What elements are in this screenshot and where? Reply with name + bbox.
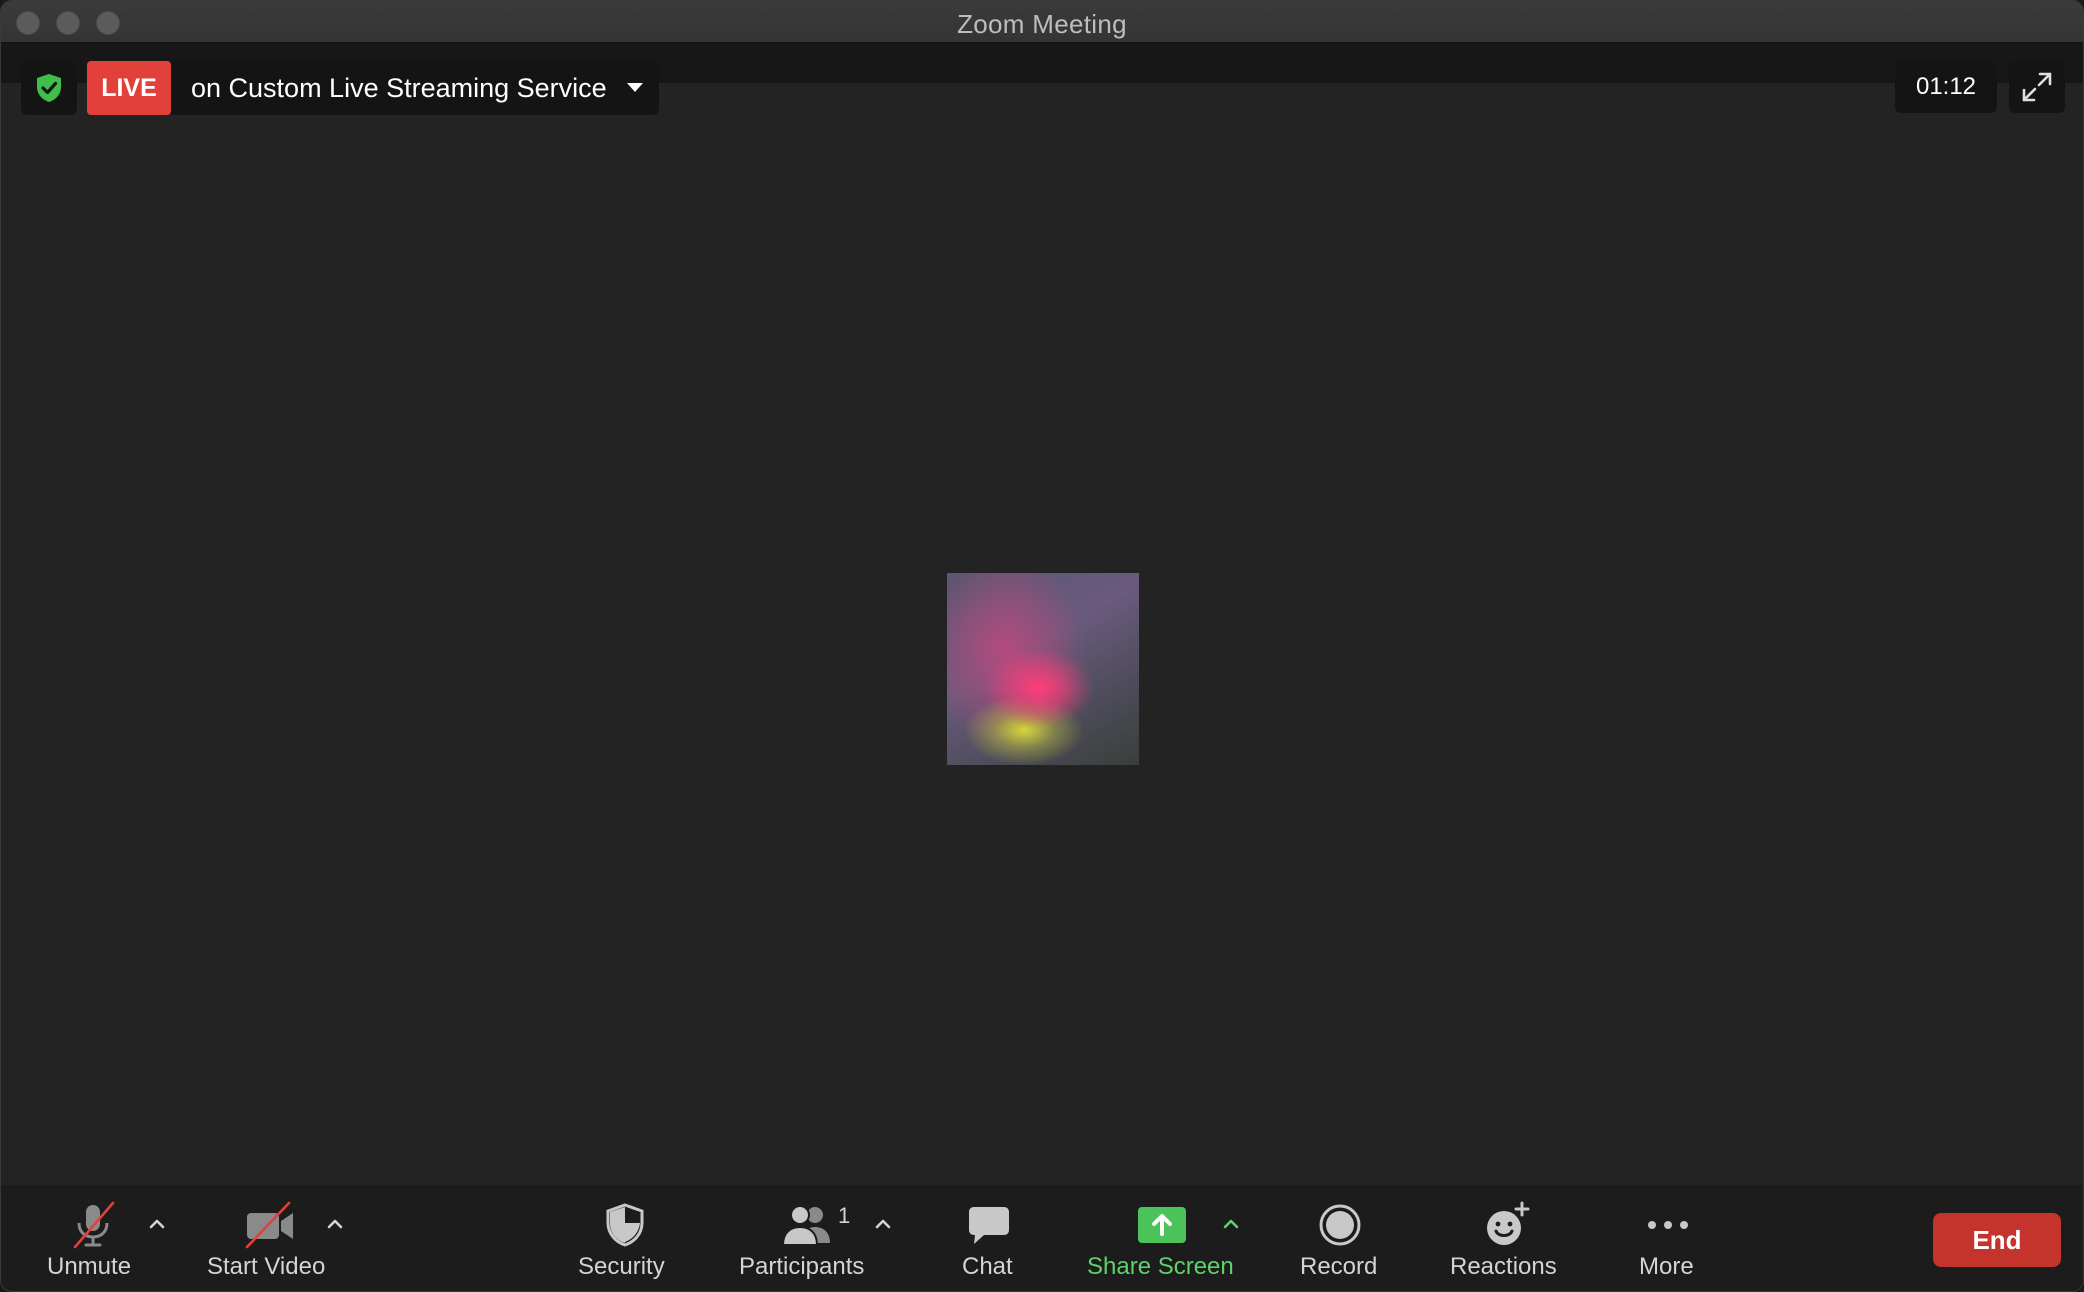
unmute-button[interactable]: Unmute: [41, 1185, 145, 1291]
participants-button[interactable]: Participants: [737, 1185, 877, 1291]
chevron-down-icon: [627, 83, 643, 92]
end-meeting-button[interactable]: End: [1933, 1213, 2061, 1267]
share-screen-icon: [1138, 1207, 1186, 1243]
expand-icon: [2022, 72, 2052, 102]
more-button[interactable]: More: [1633, 1185, 1703, 1291]
title-bar: Zoom Meeting: [1, 1, 2083, 43]
share-screen-button[interactable]: Share Screen: [1085, 1185, 1239, 1291]
video-camera-off-icon: [245, 1201, 293, 1249]
chat-bubble-icon: [969, 1207, 1009, 1244]
reactions-label: Reactions: [1450, 1253, 1557, 1280]
chevron-up-icon: [1223, 1219, 1239, 1229]
record-button[interactable]: Record: [1297, 1185, 1383, 1291]
participant-avatar: [947, 573, 1139, 765]
more-label: More: [1639, 1253, 1694, 1280]
start-video-label: Start Video: [207, 1253, 326, 1280]
audio-options-button[interactable]: [146, 1213, 168, 1235]
chevron-up-icon: [149, 1219, 165, 1229]
people-icon: [781, 1205, 830, 1246]
ellipsis-icon: [1648, 1221, 1688, 1229]
chat-button[interactable]: Chat: [951, 1185, 1027, 1291]
reactions-button[interactable]: Reactions: [1447, 1185, 1567, 1291]
share-screen-label: Share Screen: [1087, 1253, 1234, 1280]
chevron-up-icon: [327, 1219, 343, 1229]
zoom-window: Zoom Meeting LIVE on Custom Live Streami…: [0, 0, 2084, 1292]
emoji-add-icon: [1487, 1201, 1530, 1245]
participants-options-button[interactable]: [872, 1213, 894, 1235]
fullscreen-button[interactable]: [2009, 61, 2065, 113]
start-video-button[interactable]: Start Video: [201, 1185, 341, 1291]
live-badge: LIVE: [87, 61, 171, 115]
shield-check-icon: [37, 74, 61, 102]
microphone-muted-icon: [73, 1201, 115, 1249]
security-button[interactable]: Security: [571, 1185, 679, 1291]
record-icon: [1319, 1204, 1361, 1246]
chat-label: Chat: [962, 1253, 1013, 1280]
participants-count: 1: [838, 1203, 851, 1228]
window-title: Zoom Meeting: [957, 9, 1127, 39]
live-stream-service-text: on Custom Live Streaming Service: [191, 72, 607, 103]
video-options-button[interactable]: [324, 1213, 346, 1235]
shield-icon: [606, 1203, 644, 1247]
chevron-up-icon: [875, 1219, 891, 1229]
meeting-toolbar: Unmute Start Video Security Participants…: [1, 1185, 2083, 1291]
encryption-indicator[interactable]: [21, 61, 77, 115]
live-stream-dropdown[interactable]: on Custom Live Streaming Service: [171, 61, 659, 115]
participants-label: Participants: [739, 1253, 865, 1280]
meeting-timer: 01:12: [1895, 61, 1997, 113]
record-label: Record: [1300, 1253, 1378, 1280]
unmute-label: Unmute: [47, 1253, 132, 1280]
share-screen-options-button[interactable]: [1220, 1213, 1242, 1235]
security-label: Security: [578, 1253, 665, 1280]
